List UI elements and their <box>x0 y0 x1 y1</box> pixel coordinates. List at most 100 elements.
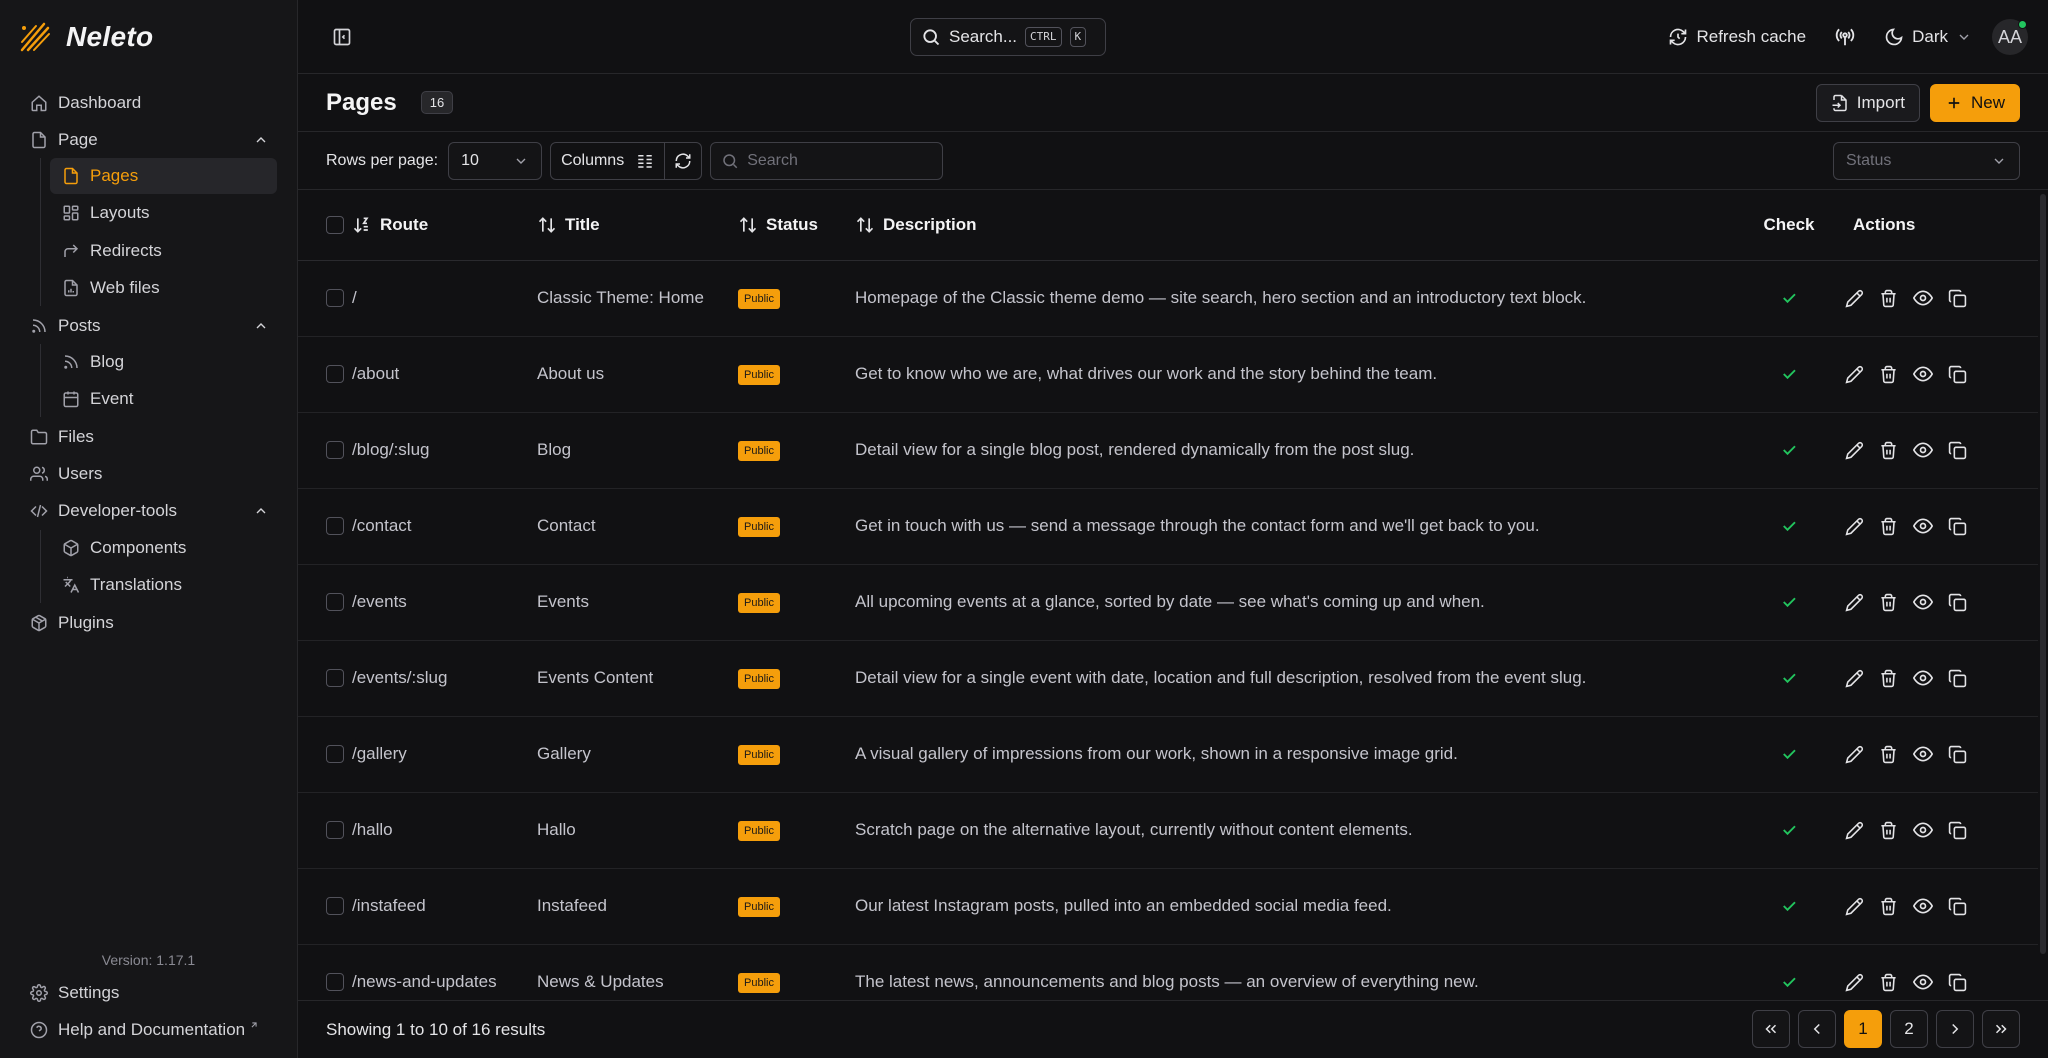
column-header-status[interactable]: Status <box>738 190 855 261</box>
row-checkbox[interactable] <box>326 517 344 535</box>
trash-icon[interactable] <box>1879 441 1898 460</box>
first-page-button[interactable] <box>1752 1010 1790 1048</box>
eye-icon[interactable] <box>1913 820 1933 840</box>
copy-icon[interactable] <box>1948 745 1967 764</box>
eye-icon[interactable] <box>1913 592 1933 612</box>
trash-icon[interactable] <box>1879 365 1898 384</box>
table-scrollbar[interactable] <box>2040 194 2046 954</box>
table-row[interactable]: /gallery Gallery Public A visual gallery of… <box>298 716 2038 793</box>
select-all-checkbox[interactable] <box>326 215 344 234</box>
sidebar-item-translations[interactable]: Translations <box>50 567 277 603</box>
sidebar-item-users[interactable]: Users <box>20 456 277 493</box>
new-button[interactable]: New <box>1929 84 2020 122</box>
trash-icon[interactable] <box>1879 821 1898 840</box>
trash-icon[interactable] <box>1879 745 1898 764</box>
row-checkbox[interactable] <box>326 365 344 383</box>
copy-icon[interactable] <box>1948 973 1967 992</box>
table-row[interactable]: /hallo Hallo Public Scratch page on the alt… <box>298 792 2038 869</box>
eye-icon[interactable] <box>1913 364 1933 384</box>
edit-icon[interactable] <box>1845 593 1864 612</box>
table-row[interactable]: /blog/:slug Blog Public Detail view for a s… <box>298 412 2038 489</box>
sidebar-item-posts[interactable]: Posts <box>20 307 277 344</box>
row-checkbox[interactable] <box>326 745 344 763</box>
sidebar-item-dashboard[interactable]: Dashboard <box>20 84 277 121</box>
eye-icon[interactable] <box>1913 896 1933 916</box>
import-button[interactable]: Import <box>1815 84 1920 122</box>
table-row[interactable]: /contact Contact Public Get in touch with u… <box>298 488 2038 565</box>
eye-icon[interactable] <box>1913 288 1933 308</box>
brand[interactable]: Neleto <box>0 0 297 74</box>
prev-page-button[interactable] <box>1798 1010 1836 1048</box>
row-checkbox[interactable] <box>326 897 344 915</box>
rows-per-page-select[interactable]: 10 <box>448 141 543 180</box>
trash-icon[interactable] <box>1879 517 1898 536</box>
columns-button[interactable]: Columns <box>551 142 666 179</box>
edit-icon[interactable] <box>1845 517 1864 536</box>
eye-icon[interactable] <box>1913 668 1933 688</box>
eye-icon[interactable] <box>1913 440 1933 460</box>
copy-icon[interactable] <box>1948 669 1967 688</box>
edit-icon[interactable] <box>1845 821 1864 840</box>
row-checkbox[interactable] <box>326 441 344 459</box>
theme-select[interactable]: Dark <box>1884 27 1972 47</box>
edit-icon[interactable] <box>1845 289 1864 308</box>
sidebar-item-help[interactable]: Help and Documentation <box>20 1011 277 1048</box>
global-search-button[interactable]: Search... CTRL K <box>910 18 1106 56</box>
table-row[interactable]: /events/:slug Events Content Public Detail … <box>298 640 2038 717</box>
trash-icon[interactable] <box>1879 593 1898 612</box>
trash-icon[interactable] <box>1879 669 1898 688</box>
avatar[interactable]: AA <box>1992 19 2028 55</box>
copy-icon[interactable] <box>1948 593 1967 612</box>
sidebar-item-plugins[interactable]: Plugins <box>20 604 277 641</box>
sidebar-item-layouts[interactable]: Layouts <box>50 195 277 231</box>
copy-icon[interactable] <box>1948 289 1967 308</box>
sidebar-item-settings[interactable]: Settings <box>20 974 277 1011</box>
row-checkbox[interactable] <box>326 973 344 991</box>
copy-icon[interactable] <box>1948 897 1967 916</box>
sidebar-item-page[interactable]: Page <box>20 121 277 158</box>
broadcast-button[interactable] <box>1834 26 1856 48</box>
edit-icon[interactable] <box>1845 973 1864 992</box>
copy-icon[interactable] <box>1948 821 1967 840</box>
chevron-up-icon[interactable] <box>253 318 269 334</box>
table-row[interactable]: /instafeed Instafeed Public Our latest Inst… <box>298 868 2038 945</box>
sidebar-item-pages[interactable]: Pages <box>50 158 277 194</box>
row-checkbox[interactable] <box>326 669 344 687</box>
page-button-2[interactable]: 2 <box>1890 1010 1928 1048</box>
last-page-button[interactable] <box>1982 1010 2020 1048</box>
sidebar-item-components[interactable]: Components <box>50 530 277 566</box>
copy-icon[interactable] <box>1948 517 1967 536</box>
column-header-description[interactable]: Description <box>855 190 1741 261</box>
edit-icon[interactable] <box>1845 441 1864 460</box>
column-header-route[interactable]: Route <box>352 190 537 261</box>
trash-icon[interactable] <box>1879 897 1898 916</box>
table-row[interactable]: /about About us Public Get to know who we a… <box>298 336 2038 413</box>
chevron-up-icon[interactable] <box>253 132 269 148</box>
sidebar-item-event[interactable]: Event <box>50 381 277 417</box>
sidebar-item-blog[interactable]: Blog <box>50 344 277 380</box>
edit-icon[interactable] <box>1845 897 1864 916</box>
trash-icon[interactable] <box>1879 973 1898 992</box>
row-checkbox[interactable] <box>326 289 344 307</box>
reset-columns-button[interactable] <box>665 143 701 179</box>
page-button-1[interactable]: 1 <box>1844 1010 1882 1048</box>
edit-icon[interactable] <box>1845 365 1864 384</box>
table-row[interactable]: /events Events Public All upcoming events a… <box>298 564 2038 641</box>
row-checkbox[interactable] <box>326 821 344 839</box>
sidebar-item-web-files[interactable]: Web files <box>50 270 277 306</box>
copy-icon[interactable] <box>1948 441 1967 460</box>
sidebar-item-developer-tools[interactable]: Developer-tools <box>20 493 277 530</box>
next-page-button[interactable] <box>1936 1010 1974 1048</box>
table-search-input[interactable] <box>747 151 928 170</box>
status-filter-select[interactable]: Status <box>1833 142 2020 180</box>
table-row[interactable]: / Classic Theme: Home Public Homepage of th… <box>298 260 2038 337</box>
column-header-title[interactable]: Title <box>537 190 738 261</box>
eye-icon[interactable] <box>1913 972 1933 992</box>
trash-icon[interactable] <box>1879 289 1898 308</box>
edit-icon[interactable] <box>1845 745 1864 764</box>
sidebar-item-files[interactable]: Files <box>20 419 277 456</box>
chevron-up-icon[interactable] <box>253 503 269 519</box>
copy-icon[interactable] <box>1948 365 1967 384</box>
sidebar-item-redirects[interactable]: Redirects <box>50 233 277 269</box>
row-checkbox[interactable] <box>326 593 344 611</box>
